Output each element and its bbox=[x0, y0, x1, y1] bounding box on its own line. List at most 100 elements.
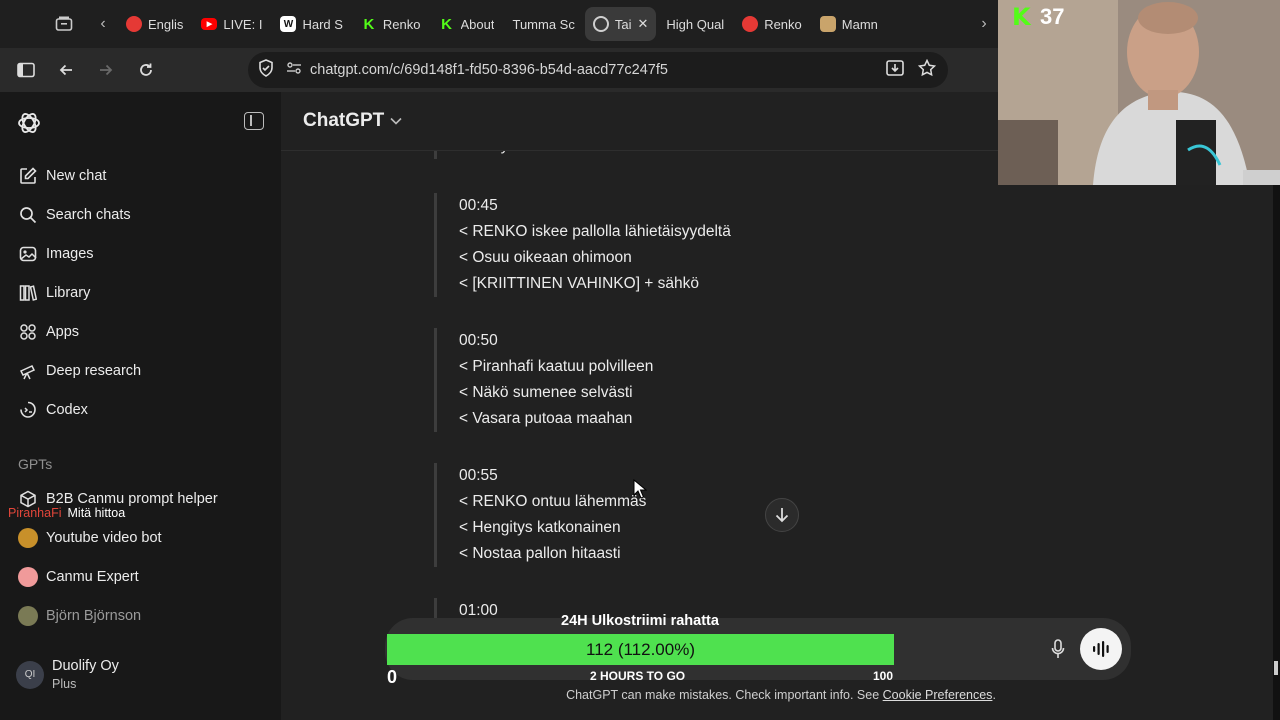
scrollbar-thumb[interactable] bbox=[1274, 661, 1278, 675]
timeline-line: < RENKO iskee pallolla lähietäisyydeltä bbox=[459, 223, 731, 240]
goal-max-label: 100 bbox=[873, 669, 894, 683]
conversation: < Siili yrittää vastata 00:45 < RENKO iske… bbox=[281, 151, 1280, 631]
sidebar-item-label: New chat bbox=[46, 168, 107, 184]
sidebar-item-library[interactable]: Library bbox=[10, 275, 272, 311]
images-icon bbox=[18, 244, 38, 264]
browser-tab[interactable]: Renko bbox=[734, 7, 810, 41]
address-bar[interactable]: chatgpt.com/c/69d148f1-fd50-8396-b54d-aa… bbox=[248, 52, 948, 88]
tab-title: Hard S bbox=[302, 16, 343, 32]
tab-scroll-right-icon[interactable]: › bbox=[972, 6, 996, 42]
close-tab-icon[interactable]: ✕ bbox=[637, 16, 648, 32]
chatgpt-favicon-icon bbox=[592, 16, 609, 32]
tab-list: Englis ▶ LIVE: I W Hard S K Renko K About Tumma S… bbox=[118, 0, 972, 48]
bookmark-star-icon[interactable] bbox=[917, 58, 937, 82]
tab-title: High Qual bbox=[666, 16, 725, 32]
chevron-down-icon bbox=[390, 114, 402, 128]
timeline-block: 00:50 < Piranhafi kaatuu polvilleen < Näkö… bbox=[434, 328, 934, 432]
forward-icon[interactable] bbox=[86, 52, 126, 88]
browser-tab[interactable]: K About bbox=[431, 7, 503, 41]
sidebar-toggle-icon[interactable] bbox=[6, 52, 46, 88]
sidebar-item-codex[interactable]: Codex bbox=[10, 392, 272, 428]
english-favicon-icon bbox=[126, 16, 142, 32]
tab-scroll-left-icon[interactable]: ‹ bbox=[88, 6, 118, 42]
sidebar-item-search-chats[interactable]: Search chats bbox=[10, 197, 272, 233]
timeline-line: < Näkö sumenee selvästi bbox=[459, 384, 633, 401]
timeline-line: < Piranhafi kaatuu polvilleen bbox=[459, 358, 654, 375]
w-favicon-icon: W bbox=[280, 16, 297, 32]
browser-toolbar: chatgpt.com/c/69d148f1-fd50-8396-b54d-aa… bbox=[0, 48, 1000, 92]
gpt-avatar bbox=[18, 606, 38, 626]
browser-tab[interactable]: Tumma Sc bbox=[504, 7, 582, 41]
disclaimer-end: . bbox=[992, 688, 996, 702]
gpt-item[interactable]: Youtube video bot bbox=[10, 520, 272, 556]
sidebar-item-label: Images bbox=[46, 246, 94, 262]
timestamp: 00:55 bbox=[459, 467, 498, 484]
vertical-tabs-icon[interactable] bbox=[46, 6, 82, 42]
gpt-label: Canmu Expert bbox=[46, 569, 139, 585]
browser-tab[interactable]: K Renko bbox=[353, 7, 429, 41]
screen: ‹ Englis ▶ LIVE: I W Hard S K Renko K About Tumma… bbox=[0, 0, 1280, 720]
sidebar-item-label: Deep research bbox=[46, 363, 142, 379]
gpt-label: Youtube video bot bbox=[46, 530, 162, 546]
gpt-label: B2B Canmu prompt helper bbox=[46, 491, 218, 507]
mouse-cursor-icon bbox=[633, 479, 647, 499]
browser-tab[interactable]: Englis bbox=[118, 7, 191, 41]
kick-favicon-icon: K bbox=[363, 15, 375, 33]
renko-favicon-icon bbox=[742, 16, 759, 32]
sidebar-item-deep-research[interactable]: Deep research bbox=[10, 353, 272, 389]
account-menu[interactable]: QI Duolify Oy Plus bbox=[16, 658, 119, 691]
timestamp: 00:45 bbox=[459, 197, 498, 214]
microphone-icon[interactable] bbox=[1045, 636, 1071, 662]
install-app-icon[interactable] bbox=[886, 59, 904, 81]
openai-logo-icon[interactable] bbox=[16, 110, 42, 136]
timeline-block: 00:45 < RENKO iskee pallolla lähietäisyyd… bbox=[434, 193, 934, 297]
gpt-label: Björn Björnson bbox=[46, 608, 142, 624]
library-icon bbox=[18, 283, 38, 303]
scroll-to-bottom-button[interactable] bbox=[765, 498, 799, 532]
image-favicon-icon bbox=[819, 16, 836, 32]
sidebar-item-new-chat[interactable]: New chat bbox=[10, 158, 272, 194]
goal-value-label: 112 (112.00%) bbox=[586, 639, 695, 659]
sidebar-item-images[interactable]: Images bbox=[10, 236, 272, 272]
cookie-preferences-link[interactable]: Cookie Preferences bbox=[883, 688, 993, 702]
model-selector[interactable]: ChatGPT bbox=[303, 110, 402, 132]
timeline-line: < Hengitys katkonainen bbox=[459, 519, 621, 536]
reload-icon[interactable] bbox=[126, 52, 166, 88]
goal-min-label: 0 bbox=[387, 667, 398, 687]
timeline-line: < Osuu oikeaan ohimoon bbox=[459, 249, 632, 266]
search-icon bbox=[18, 205, 38, 225]
stream-chat-message: PiranhaFi Mitä hittoa bbox=[8, 506, 125, 520]
browser-tab[interactable]: W Hard S bbox=[272, 7, 350, 41]
sidebar-item-label: Search chats bbox=[46, 207, 131, 223]
url-text[interactable]: chatgpt.com/c/69d148f1-fd50-8396-b54d-aa… bbox=[310, 62, 668, 78]
browser-tab[interactable]: High Qual bbox=[658, 7, 732, 41]
tab-title: About bbox=[460, 16, 495, 32]
timeline-line: < Vasara putoaa maahan bbox=[459, 410, 633, 427]
disclaimer: ChatGPT can make mistakes. Check importa… bbox=[281, 688, 1280, 702]
browser-tab[interactable]: ▶ LIVE: I bbox=[193, 7, 270, 41]
browser-tab[interactable]: Mamn bbox=[812, 7, 886, 41]
gpt-avatar bbox=[18, 567, 38, 587]
tab-title: Renko bbox=[764, 16, 802, 32]
tab-title: Mamn bbox=[841, 16, 878, 32]
gpt-item[interactable]: Canmu Expert bbox=[10, 559, 272, 595]
timeline-line: < RENKO ontuu lähemmäs bbox=[459, 493, 647, 510]
account-avatar: QI bbox=[16, 660, 44, 689]
gpt-item[interactable]: Björn Björnson bbox=[10, 598, 272, 634]
voice-mode-button[interactable] bbox=[1080, 628, 1122, 670]
timeline-line: < [KRIITTINEN VAHINKO] + sähkö bbox=[459, 275, 700, 292]
viewer-count-badge: K 37 bbox=[1012, 4, 1064, 30]
shield-icon[interactable] bbox=[258, 58, 274, 82]
youtube-favicon-icon: ▶ bbox=[201, 18, 218, 30]
browser-tab[interactable]: Tai ✕ bbox=[584, 7, 657, 41]
sidebar-item-apps[interactable]: Apps bbox=[10, 314, 272, 350]
back-icon[interactable] bbox=[46, 52, 86, 88]
chatgpt-sidebar: New chat Search chats Images Library Apps Dee… bbox=[0, 92, 281, 720]
timestamp: 00:50 bbox=[459, 332, 498, 349]
close-sidebar-icon[interactable] bbox=[244, 112, 264, 130]
tab-title: LIVE: I bbox=[223, 16, 263, 32]
gpt-avatar bbox=[18, 528, 38, 548]
site-settings-icon[interactable] bbox=[286, 61, 302, 80]
viewer-count: 37 bbox=[1040, 4, 1065, 29]
goal-time-left: 2 HOURS TO GO bbox=[590, 669, 686, 683]
